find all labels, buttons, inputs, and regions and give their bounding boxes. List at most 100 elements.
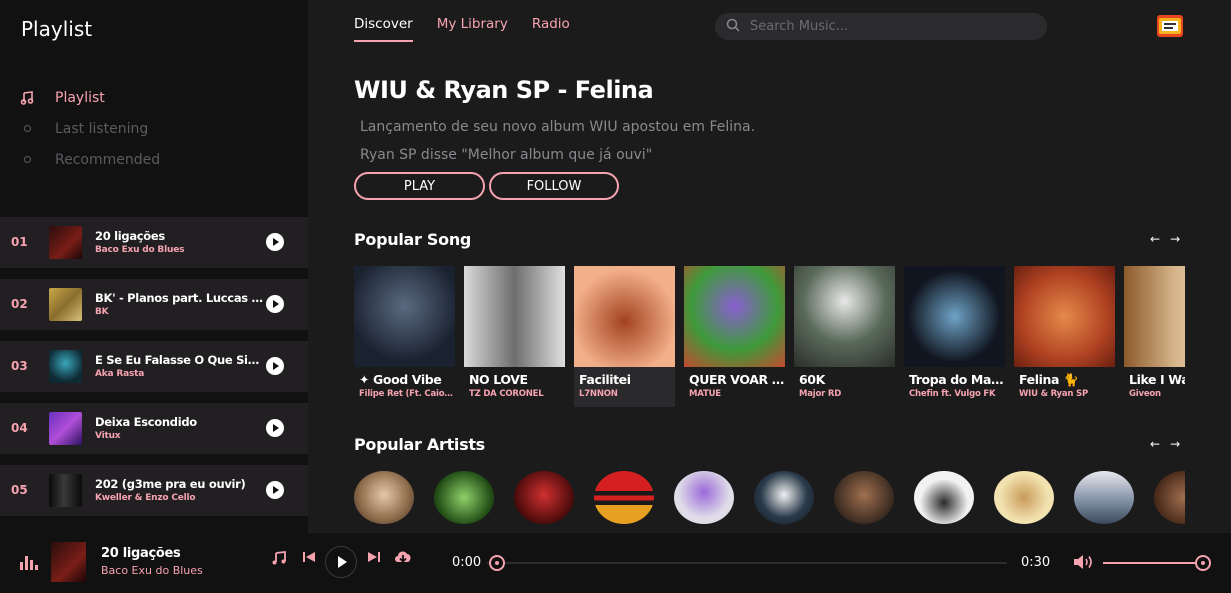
track-artist: Aka Rasta bbox=[95, 369, 145, 379]
arrow-left-icon[interactable]: ← bbox=[1150, 437, 1160, 451]
artist-avatar[interactable] bbox=[434, 471, 494, 524]
song-title: Felina 🐈 bbox=[1019, 372, 1079, 387]
popular-artists-arrows: ← → bbox=[1150, 437, 1180, 451]
queue-item[interactable]: 05 202 (g3me pra eu ouvir) Kweller & Enz… bbox=[0, 465, 308, 516]
brand-logo[interactable] bbox=[1156, 14, 1184, 38]
track-artist: Vitux bbox=[95, 431, 121, 441]
total-time: 0:30 bbox=[1021, 555, 1051, 570]
now-playing-title: 20 ligações bbox=[101, 546, 181, 561]
album-art bbox=[794, 266, 895, 367]
popular-song-carousel: ✦ Good Vibe Filipe Ret (Ft. Caio Luccas)… bbox=[354, 266, 1185, 408]
play-pause-button[interactable] bbox=[325, 546, 357, 578]
track-title: E Se Eu Falasse O Que Sinto? bbox=[95, 353, 265, 367]
next-icon[interactable] bbox=[367, 550, 381, 564]
song-card[interactable]: QUER VOAR 🩸 MATUÊ bbox=[684, 266, 785, 407]
track-title: BK' - Planos part. Luccas Carlos bbox=[95, 291, 265, 305]
progress-bar[interactable] bbox=[487, 555, 1007, 571]
playlist-icon[interactable] bbox=[271, 550, 287, 566]
play-button[interactable]: PLAY bbox=[354, 172, 485, 200]
sidebar-item-playlist[interactable]: Playlist bbox=[0, 82, 308, 113]
progress-handle[interactable] bbox=[489, 555, 505, 571]
artist-avatar[interactable] bbox=[994, 471, 1054, 524]
song-title: 60K bbox=[799, 372, 825, 387]
search-icon bbox=[726, 17, 740, 36]
play-icon[interactable] bbox=[266, 233, 284, 251]
artist-avatar[interactable] bbox=[1154, 471, 1185, 524]
search-input[interactable] bbox=[750, 19, 1030, 34]
popular-song-arrows: ← → bbox=[1150, 232, 1180, 246]
play-icon[interactable] bbox=[266, 419, 284, 437]
song-artist: Major RD bbox=[799, 389, 842, 399]
song-title: QUER VOAR 🩸 bbox=[689, 372, 785, 387]
popular-artists-title: Popular Artists bbox=[354, 435, 485, 454]
music-app: Playlist Playlist Last listening Recomme… bbox=[0, 0, 1231, 593]
track-thumbnail bbox=[49, 226, 82, 259]
artist-avatar[interactable] bbox=[594, 471, 654, 524]
track-number: 04 bbox=[11, 421, 28, 435]
now-playing-artist: Baco Exu do Blues bbox=[101, 564, 203, 577]
song-card[interactable]: NO LOVE TZ DA CORONEL bbox=[464, 266, 565, 407]
artist-avatar[interactable] bbox=[1074, 471, 1134, 524]
play-icon[interactable] bbox=[266, 357, 284, 375]
artist-avatar[interactable] bbox=[834, 471, 894, 524]
artist-avatar[interactable] bbox=[754, 471, 814, 524]
equalizer-icon bbox=[20, 556, 38, 570]
song-card[interactable]: Facilitei L7NNON bbox=[574, 266, 675, 407]
sidebar-item-label: Playlist bbox=[55, 89, 105, 106]
queue-item[interactable]: 02 BK' - Planos part. Luccas Carlos BK bbox=[0, 279, 308, 330]
queue-item[interactable]: 04 Deixa Escondido Vitux bbox=[0, 403, 308, 454]
arrow-right-icon[interactable]: → bbox=[1170, 437, 1180, 451]
volume-slider[interactable] bbox=[1103, 555, 1211, 571]
song-artist: Chefin ft. Vulgo FK bbox=[909, 389, 996, 399]
previous-icon[interactable] bbox=[302, 550, 316, 564]
track-number: 02 bbox=[11, 297, 28, 311]
track-artist: Kweller & Enzo Cello bbox=[95, 493, 196, 503]
song-card[interactable]: ✦ Good Vibe Filipe Ret (Ft. Caio Luccas) bbox=[354, 266, 455, 407]
track-number: 03 bbox=[11, 359, 28, 373]
artist-avatar[interactable] bbox=[514, 471, 574, 524]
arrow-left-icon[interactable]: ← bbox=[1150, 232, 1160, 246]
song-card[interactable]: Tropa do Maior Chefin ft. Vulgo FK bbox=[904, 266, 1005, 407]
sidebar: Playlist Playlist Last listening Recomme… bbox=[0, 0, 308, 533]
dot-icon bbox=[20, 122, 34, 136]
artist-avatar[interactable] bbox=[674, 471, 734, 524]
queue-list: 01 20 ligações Baco Exu do Blues 02 BK' … bbox=[0, 217, 308, 527]
queue-item[interactable]: 03 E Se Eu Falasse O Que Sinto? Aka Rast… bbox=[0, 341, 308, 392]
song-card[interactable]: Felina 🐈 WIU & Ryan SP bbox=[1014, 266, 1115, 407]
main-tabs: Discover My Library Radio bbox=[354, 16, 570, 42]
song-artist: MATUÊ bbox=[689, 389, 721, 399]
hero-quote: Ryan SP disse "Melhor album que já ouvi" bbox=[360, 147, 653, 163]
tab-discover[interactable]: Discover bbox=[354, 16, 413, 42]
popular-artists-carousel bbox=[354, 471, 1185, 525]
tab-radio[interactable]: Radio bbox=[532, 16, 570, 42]
album-art bbox=[684, 266, 785, 367]
queue-item[interactable]: 01 20 ligações Baco Exu do Blues bbox=[0, 217, 308, 268]
track-number: 05 bbox=[11, 483, 28, 497]
tab-my-library[interactable]: My Library bbox=[437, 16, 508, 42]
track-thumbnail bbox=[49, 288, 82, 321]
track-title: 20 ligações bbox=[95, 229, 165, 243]
now-playing-thumbnail bbox=[51, 542, 86, 582]
song-card[interactable]: 60K Major RD bbox=[794, 266, 895, 407]
song-title: NO LOVE bbox=[469, 372, 528, 387]
album-art bbox=[574, 266, 675, 367]
sidebar-item-last-listening[interactable]: Last listening bbox=[0, 113, 308, 144]
album-art bbox=[904, 266, 1005, 367]
play-icon[interactable] bbox=[266, 481, 284, 499]
download-icon[interactable] bbox=[393, 548, 413, 566]
dot-icon bbox=[20, 153, 34, 167]
song-artist: Giveon bbox=[1129, 389, 1161, 399]
sidebar-item-recommended[interactable]: Recommended bbox=[0, 144, 308, 175]
track-artist: BK bbox=[95, 307, 109, 317]
play-icon[interactable] bbox=[266, 295, 284, 313]
player-bar: 20 ligações Baco Exu do Blues 0:00 0:30 bbox=[0, 533, 1231, 593]
follow-button[interactable]: FOLLOW bbox=[489, 172, 619, 200]
artist-avatar[interactable] bbox=[914, 471, 974, 524]
volume-icon[interactable] bbox=[1073, 553, 1095, 575]
artist-avatar[interactable] bbox=[354, 471, 414, 524]
song-artist: TZ DA CORONEL bbox=[469, 389, 544, 399]
arrow-right-icon[interactable]: → bbox=[1170, 232, 1180, 246]
track-title: 202 (g3me pra eu ouvir) bbox=[95, 477, 246, 491]
volume-handle[interactable] bbox=[1195, 555, 1211, 571]
song-card[interactable]: Like I Want Giveon bbox=[1124, 266, 1185, 407]
